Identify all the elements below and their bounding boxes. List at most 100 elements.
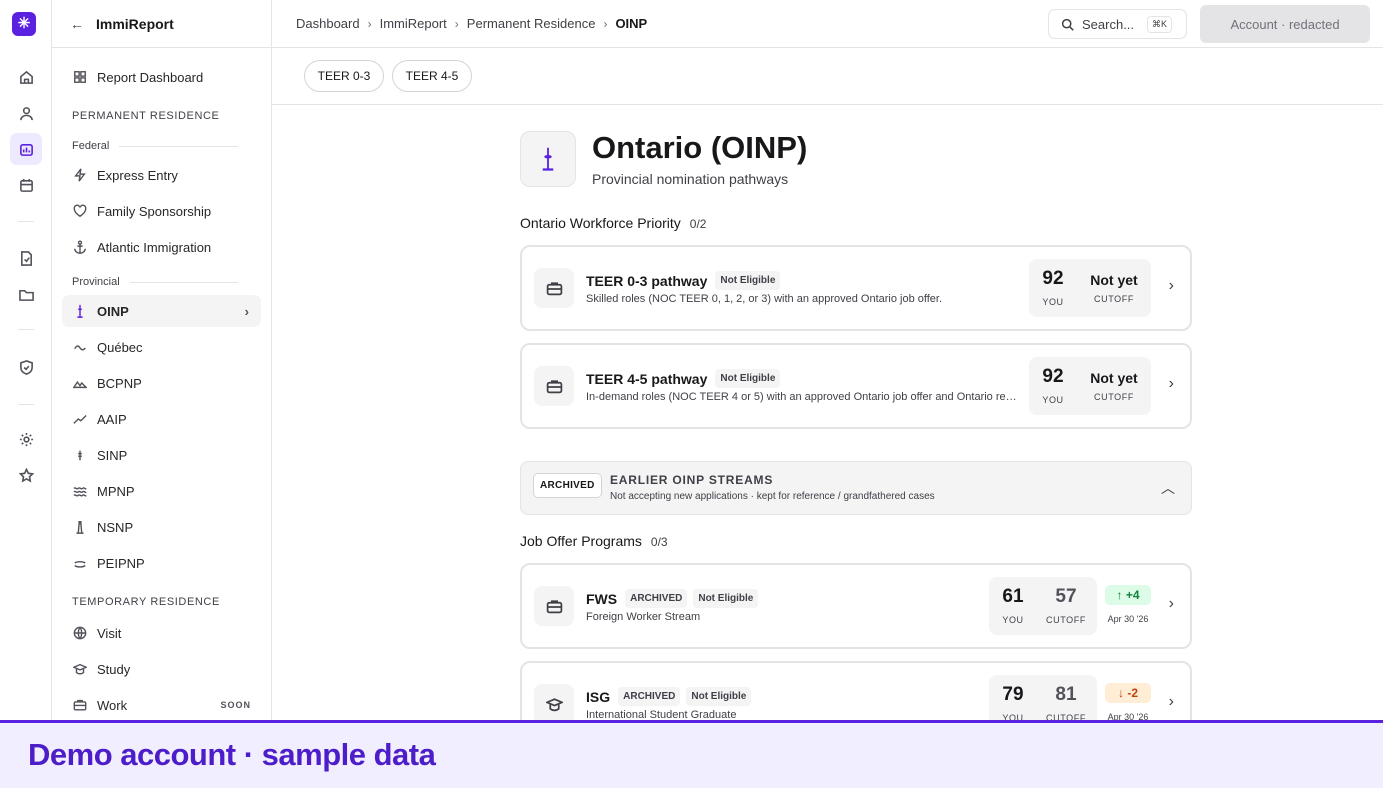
grid-icon bbox=[72, 69, 88, 85]
score-box: 92 YOU Not yet CUTOFF bbox=[1029, 259, 1151, 317]
chevron-right-icon: › bbox=[1168, 375, 1174, 392]
archived-badge: ARCHIVED bbox=[625, 589, 688, 608]
pathway-tab-bar: TEER 0-3 TEER 4-5 bbox=[272, 48, 1383, 105]
sidebar-item-work[interactable]: Work SOON bbox=[62, 689, 261, 720]
sidebar-item-aaip[interactable]: AAIP bbox=[62, 403, 261, 435]
sidebar-item-peipnp[interactable]: PEIPNP bbox=[62, 547, 261, 579]
cutoff-label: CUTOFF bbox=[1094, 294, 1134, 304]
sidebar-item-oinp[interactable]: OINP › bbox=[62, 295, 261, 327]
breadcrumb-separator: › bbox=[367, 16, 372, 31]
sidebar-item-label: Work bbox=[97, 697, 128, 713]
card-title: ISG bbox=[586, 688, 611, 705]
sidebar-item-label: Québec bbox=[97, 339, 143, 355]
breadcrumb-current: OINP bbox=[615, 16, 648, 31]
breadcrumb: Dashboard › ImmiReport › Permanent Resid… bbox=[296, 16, 647, 31]
user-icon[interactable] bbox=[10, 97, 42, 129]
folder-icon[interactable] bbox=[10, 278, 42, 310]
search-icon bbox=[1061, 18, 1074, 31]
chart-icon[interactable] bbox=[10, 133, 42, 165]
tab-teer-4-5[interactable]: TEER 4-5 bbox=[392, 60, 472, 92]
anchor-icon bbox=[72, 239, 88, 255]
section-temporary-residence: TEMPORARY RESIDENCE bbox=[72, 596, 220, 608]
graduation-cap-icon bbox=[534, 684, 574, 724]
lighthouse-icon bbox=[72, 519, 88, 535]
sidebar-item-label: Family Sponsorship bbox=[97, 203, 212, 219]
card-description: Foreign Worker Stream bbox=[586, 611, 701, 623]
rail-divider bbox=[18, 404, 34, 405]
card-title: TEER 4-5 pathway bbox=[586, 370, 708, 387]
star-icon[interactable] bbox=[10, 459, 42, 491]
card-title: FWS bbox=[586, 590, 618, 607]
briefcase-icon bbox=[534, 268, 574, 308]
back-arrow-icon[interactable]: ← bbox=[70, 16, 96, 32]
sidebar-item-visit[interactable]: Visit bbox=[62, 617, 261, 649]
sidebar-item-atlantic-immigration[interactable]: Atlantic Immigration bbox=[62, 231, 261, 263]
score-delta-badge: ↑ +4 bbox=[1105, 585, 1151, 605]
sidebar: ← ImmiReport Report Dashboard PERMANENT … bbox=[52, 0, 272, 720]
card-title: TEER 0-3 pathway bbox=[586, 272, 708, 289]
sidebar-item-quebec[interactable]: Québec bbox=[62, 331, 261, 363]
breadcrumb-dashboard[interactable]: Dashboard bbox=[296, 16, 360, 31]
page-subtitle: Provincial nomination pathways bbox=[592, 171, 789, 187]
sidebar-item-label: PEIPNP bbox=[97, 555, 145, 571]
chevron-right-icon: › bbox=[1168, 277, 1174, 294]
sidebar-item-label: Report Dashboard bbox=[97, 69, 204, 85]
calendar-icon[interactable] bbox=[10, 169, 42, 201]
search-shortcut: ⌘K bbox=[1146, 16, 1172, 33]
score-box: 61 YOU 57 CUTOFF bbox=[989, 577, 1097, 635]
app-logo-icon[interactable]: ✳ bbox=[12, 12, 36, 36]
sidebar-item-nsnp[interactable]: NSNP bbox=[62, 511, 261, 543]
demo-banner: Demo account · sample data bbox=[0, 720, 1383, 788]
group-heading-workforce: Ontario Workforce Priority 0/2 bbox=[520, 215, 706, 231]
breadcrumb-immireport[interactable]: ImmiReport bbox=[380, 16, 447, 31]
sidebar-header: ← ImmiReport bbox=[52, 0, 271, 48]
briefcase-icon bbox=[534, 586, 574, 626]
document-check-icon[interactable] bbox=[10, 242, 42, 274]
group-heading-job-offer: Job Offer Programs 0/3 bbox=[520, 533, 668, 549]
sidebar-item-report-dashboard[interactable]: Report Dashboard bbox=[62, 61, 261, 93]
archived-streams-toggle[interactable]: ARCHIVED EARLIER OINP STREAMS Not accept… bbox=[520, 461, 1192, 515]
sidebar-item-sinp[interactable]: SINP bbox=[62, 439, 261, 471]
search-input[interactable]: Search... ⌘K bbox=[1048, 9, 1187, 39]
pathway-card-teer-0-3[interactable]: TEER 0-3 pathway Not Eligible Skilled ro… bbox=[520, 245, 1192, 331]
gear-icon[interactable] bbox=[10, 423, 42, 455]
breadcrumb-permanent-residence[interactable]: Permanent Residence bbox=[467, 16, 596, 31]
search-placeholder: Search... bbox=[1082, 16, 1135, 32]
sidebar-item-family-sponsorship[interactable]: Family Sponsorship bbox=[62, 195, 261, 227]
home-icon[interactable] bbox=[10, 61, 42, 93]
tab-teer-0-3[interactable]: TEER 0-3 bbox=[304, 60, 384, 92]
sidebar-item-bcpnp[interactable]: BCPNP bbox=[62, 367, 261, 399]
group-title: Job Offer Programs bbox=[520, 533, 642, 549]
chevron-up-icon: ︿ bbox=[1161, 480, 1175, 496]
lightning-icon bbox=[72, 167, 88, 183]
you-score: 79 bbox=[1002, 684, 1024, 705]
section-permanent-residence: PERMANENT RESIDENCE bbox=[72, 110, 220, 122]
archived-subtitle: Not accepting new applications · kept fo… bbox=[610, 491, 935, 502]
account-button[interactable]: Account · redacted bbox=[1200, 5, 1370, 43]
group-count: 0/3 bbox=[650, 535, 668, 549]
sidebar-item-label: NSNP bbox=[97, 519, 134, 535]
top-bar: Dashboard › ImmiReport › Permanent Resid… bbox=[272, 0, 1383, 48]
you-label: YOU bbox=[1002, 615, 1024, 625]
status-badge: Not Eligible bbox=[715, 271, 781, 290]
pathway-card-fws[interactable]: FWS ARCHIVED Not Eligible Foreign Worker… bbox=[520, 563, 1192, 649]
sidebar-item-mpnp[interactable]: MPNP bbox=[62, 475, 261, 507]
demo-banner-text: Demo account · sample data bbox=[28, 737, 436, 772]
shield-icon[interactable] bbox=[10, 351, 42, 383]
subsection-federal: Federal bbox=[72, 140, 238, 152]
card-description: In-demand roles (NOC TEER 4 or 5) with a… bbox=[586, 391, 1018, 403]
quebec-icon bbox=[72, 339, 88, 355]
sidebar-title: ImmiReport bbox=[96, 15, 174, 32]
chevron-right-icon: › bbox=[1168, 693, 1174, 710]
archived-tag: ARCHIVED bbox=[533, 473, 602, 498]
you-label: YOU bbox=[1042, 297, 1064, 307]
breadcrumb-separator: › bbox=[454, 16, 459, 31]
archived-heading: EARLIER OINP STREAMS bbox=[610, 473, 774, 487]
card-description: Skilled roles (NOC TEER 0, 1, 2, or 3) w… bbox=[586, 293, 943, 305]
pathway-card-teer-4-5[interactable]: TEER 4-5 pathway Not Eligible In-demand … bbox=[520, 343, 1192, 429]
sidebar-item-express-entry[interactable]: Express Entry bbox=[62, 159, 261, 191]
cn-tower-icon bbox=[520, 131, 576, 187]
cutoff-value: 81 bbox=[1055, 684, 1077, 705]
chevron-right-icon: › bbox=[244, 303, 249, 319]
sidebar-item-study[interactable]: Study bbox=[62, 653, 261, 685]
